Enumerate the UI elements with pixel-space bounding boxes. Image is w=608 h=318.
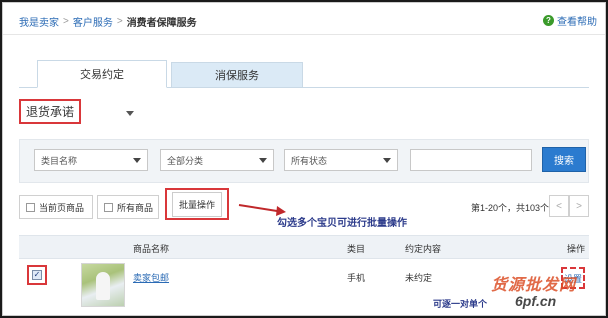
chevron-left-icon[interactable]: < [549, 195, 569, 217]
column-operation: 操作 [567, 244, 586, 254]
tab-trade-agreement[interactable]: 交易约定 [37, 60, 167, 88]
select-current-page-checkbox[interactable]: 当前页商品 [19, 195, 93, 219]
chevron-down-icon [259, 158, 267, 163]
tab-consumer-protection[interactable]: 消保服务 [171, 62, 303, 88]
row-checkbox[interactable]: ✓ [32, 270, 42, 280]
chevron-right-icon[interactable]: > [569, 195, 589, 217]
search-button[interactable]: 搜索 [542, 147, 586, 172]
breadcrumb-seller[interactable]: 我是卖家 [19, 14, 59, 29]
search-input[interactable] [410, 149, 532, 171]
batch-hint-annotation: 勾选多个宝贝可进行批量操作 [277, 218, 407, 229]
help-label: 查看帮助 [557, 17, 597, 28]
tab-bar: 交易约定 消保服务 [19, 60, 589, 88]
status-select-value: 所有状态 [291, 155, 328, 166]
category-select-value: 类目名称 [41, 155, 78, 166]
status-select[interactable]: 所有状态 [284, 149, 398, 171]
checkbox-icon [26, 202, 35, 212]
header-bar: 我是卖家 > 客户服务 > 消费者保障服务 ? 查看帮助 [3, 3, 605, 35]
watermark-logo: 货源批发网 [491, 277, 577, 294]
product-name-link[interactable]: 卖家包邮 [133, 271, 169, 284]
chevron-down-icon[interactable] [126, 111, 134, 116]
breadcrumb-separator: > [116, 16, 123, 27]
batch-operation-highlight: 批量操作 [165, 188, 229, 220]
classification-select[interactable]: 全部分类 [160, 149, 274, 171]
breadcrumb-separator: > [63, 16, 69, 27]
breadcrumb: 我是卖家 > 客户服务 > 消费者保障服务 [19, 14, 197, 29]
classification-select-value: 全部分类 [167, 155, 204, 166]
chevron-down-icon [133, 158, 141, 163]
question-icon: ? [543, 15, 554, 26]
product-thumbnail[interactable] [81, 263, 125, 307]
product-category: 手机 [347, 273, 366, 283]
filter-panel: 类目名称 全部分类 所有状态 搜索 [19, 139, 589, 183]
action-toolbar: 当前页商品 所有商品 批量操作 勾选多个宝贝可进行批量操作 第1-20个，共10… [19, 188, 589, 229]
returns-commitment-select[interactable]: 退货承诺 [19, 99, 81, 124]
select-all-items-checkbox[interactable]: 所有商品 [97, 195, 159, 219]
category-select[interactable]: 类目名称 [34, 149, 148, 171]
watermark-url: 6pf.cn [515, 293, 557, 309]
page-title: 消费者保障服务 [126, 18, 197, 29]
column-category: 类目 [347, 244, 366, 254]
single-hint-annotation: 可逐一对单个 [433, 299, 488, 309]
page-frame: 我是卖家 > 客户服务 > 消费者保障服务 ? 查看帮助 交易约定 消保服务 退… [2, 2, 606, 316]
batch-operation-button[interactable]: 批量操作 [171, 191, 222, 217]
column-product-name: 商品名称 [133, 244, 170, 254]
table-header: 商品名称 类目 约定内容 操作 [19, 235, 589, 259]
row-checkbox-highlight: ✓ [27, 265, 47, 285]
select-all-items-label: 所有商品 [117, 202, 154, 213]
agreement-status: 未约定 [405, 273, 433, 283]
chevron-down-icon [383, 158, 391, 163]
select-current-page-label: 当前页商品 [39, 202, 85, 213]
column-agreement: 约定内容 [405, 244, 442, 254]
checkbox-icon [104, 202, 113, 212]
breadcrumb-customer-service[interactable]: 客户服务 [73, 14, 113, 29]
help-link[interactable]: ? 查看帮助 [543, 13, 597, 28]
pagination-summary: 第1-20个，共103个 [471, 203, 550, 213]
